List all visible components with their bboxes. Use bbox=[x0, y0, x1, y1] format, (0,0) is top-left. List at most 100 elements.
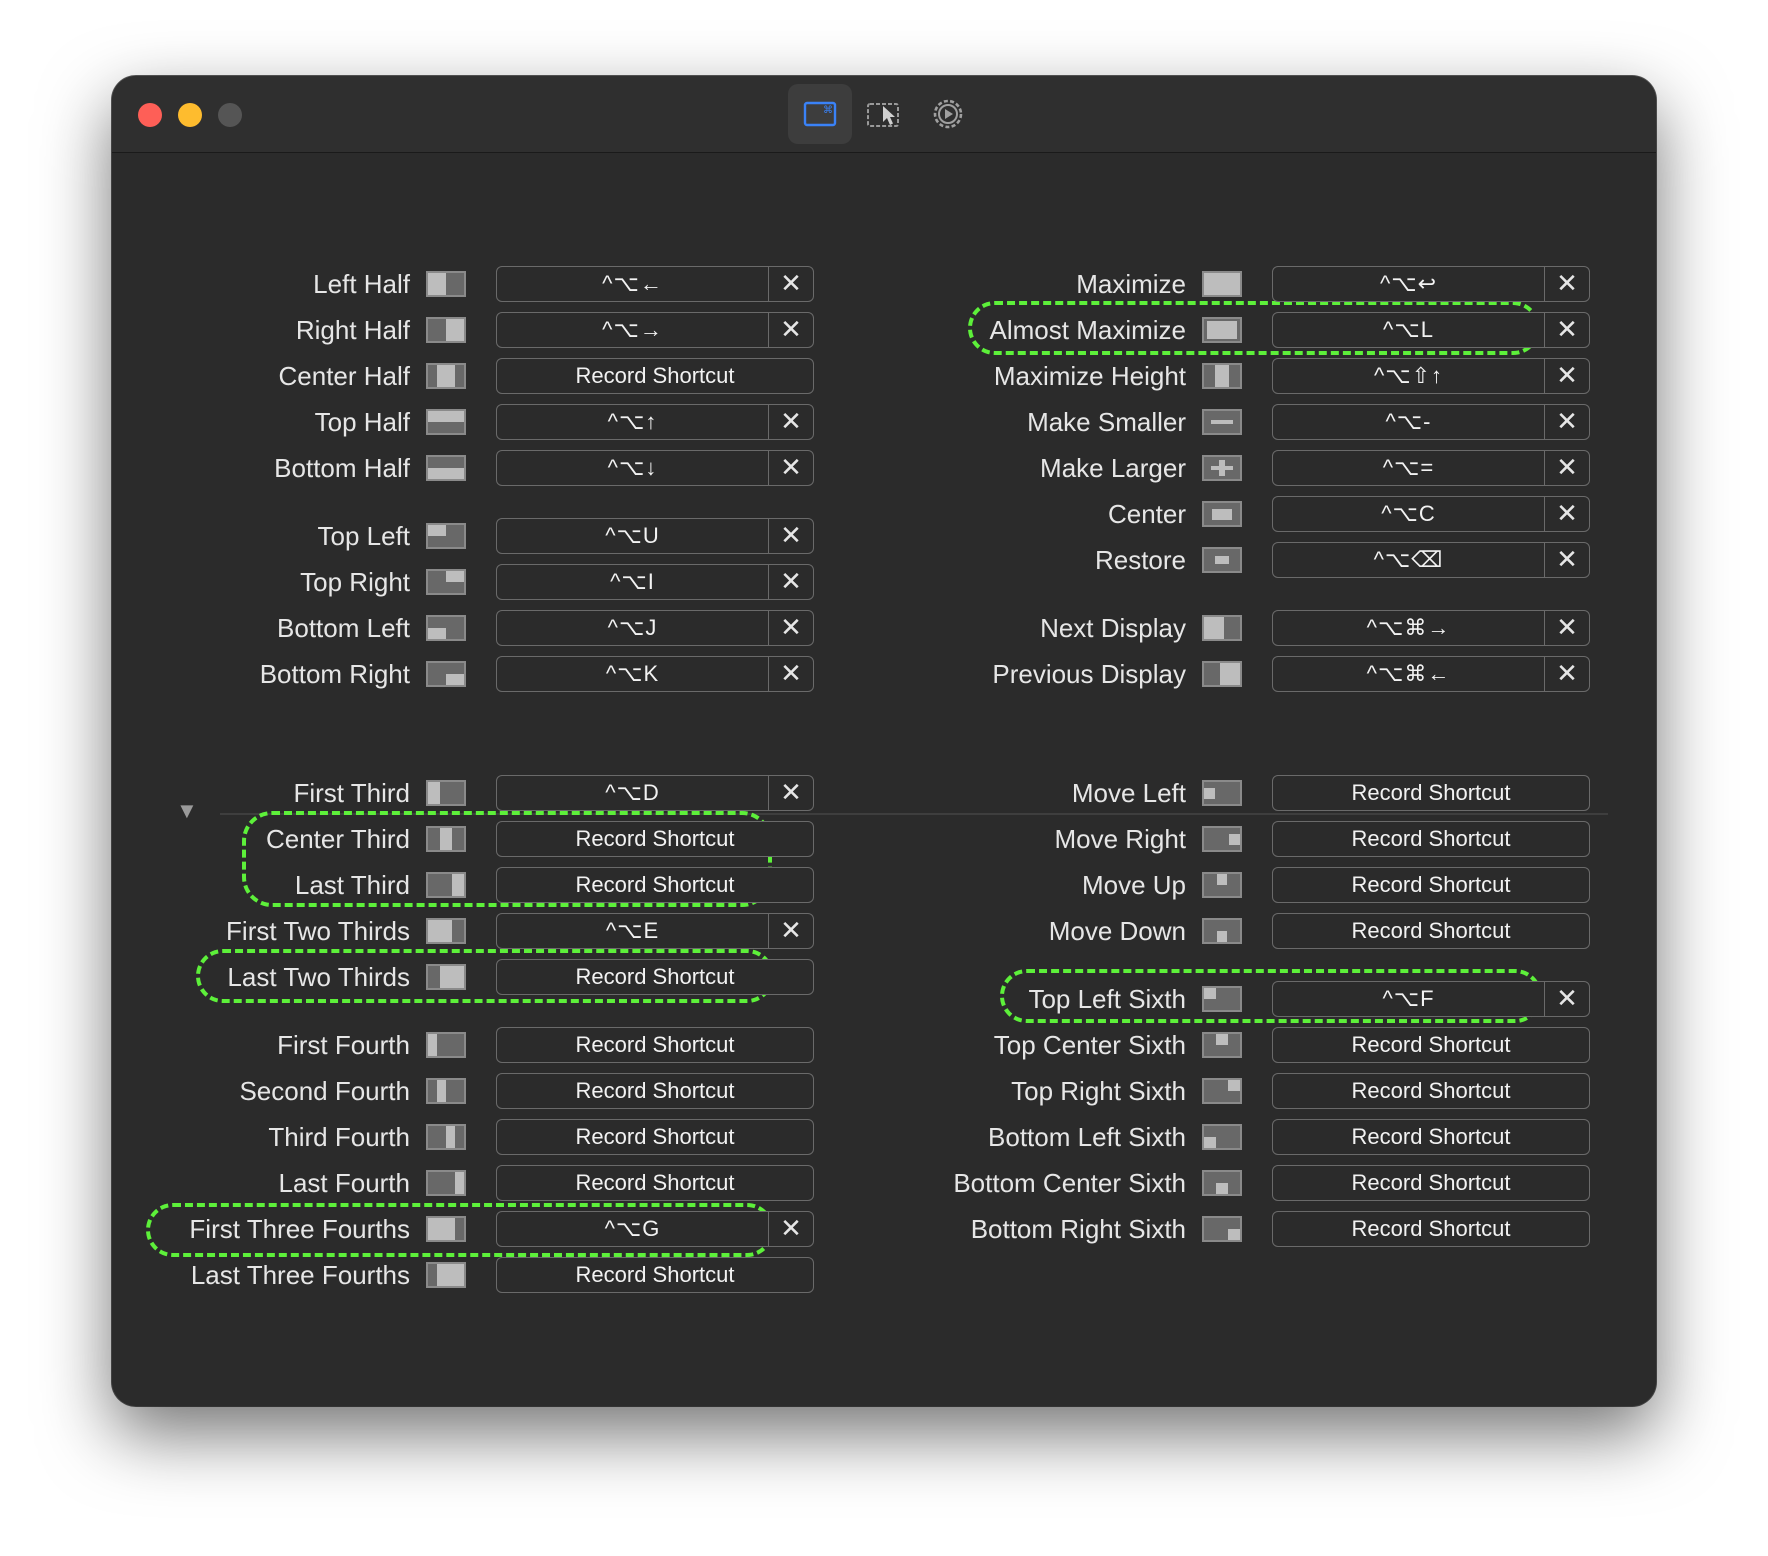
shortcut-keys[interactable]: ^⌥I bbox=[497, 565, 769, 599]
zoom-window-button[interactable] bbox=[218, 103, 242, 127]
shortcut-keys[interactable]: ^⌥J bbox=[497, 611, 769, 645]
record-shortcut-button[interactable]: Record Shortcut bbox=[1273, 776, 1589, 810]
record-shortcut-button[interactable]: Record Shortcut bbox=[1273, 1212, 1589, 1246]
shortcut-keys[interactable]: ^⌥↩ bbox=[1273, 267, 1545, 301]
label-last-third: Last Third bbox=[294, 870, 410, 900]
shortcut-keys[interactable]: ^⌥L bbox=[1273, 313, 1545, 347]
shortcut-keys[interactable]: ^⌥⇧↑ bbox=[1273, 359, 1545, 393]
shortcut-field-top-center-sixth[interactable]: Record Shortcut bbox=[1272, 1027, 1590, 1063]
shortcut-keys[interactable]: ^⌥- bbox=[1273, 405, 1545, 439]
record-shortcut-button[interactable]: Record Shortcut bbox=[1273, 822, 1589, 856]
record-shortcut-button[interactable]: Record Shortcut bbox=[1273, 1074, 1589, 1108]
shortcut-keys[interactable]: ^⌥↓ bbox=[497, 451, 769, 485]
maximize-icon bbox=[1202, 271, 1242, 297]
clear-shortcut-button[interactable]: ✕ bbox=[1545, 313, 1589, 347]
label-bottom-right: Bottom Right bbox=[259, 659, 410, 689]
shortcut-keys[interactable]: ^⌥F bbox=[1273, 982, 1545, 1016]
tab-settings[interactable] bbox=[916, 84, 980, 144]
third-fourth-icon bbox=[426, 1124, 466, 1150]
label-make-smaller: Make Smaller bbox=[1027, 407, 1186, 437]
label-last-two-thirds: Last Two Thirds bbox=[227, 962, 410, 992]
bottom-left-icon bbox=[426, 615, 466, 641]
shortcut-field-top-left-sixth[interactable]: ^⌥F ✕ bbox=[1272, 981, 1590, 1017]
shortcut-keys[interactable]: ^⌥⌘← bbox=[1273, 657, 1545, 691]
shortcut-keys[interactable]: ^⌥K bbox=[497, 657, 769, 691]
shortcut-keys[interactable]: ^⌥→ bbox=[497, 313, 769, 347]
shortcut-field-move-left[interactable]: Record Shortcut bbox=[1272, 775, 1590, 811]
label-center: Center bbox=[1107, 499, 1186, 529]
record-shortcut-button[interactable]: Record Shortcut bbox=[1273, 1028, 1589, 1062]
svg-text:⌘: ⌘ bbox=[823, 105, 833, 116]
tab-shortcuts[interactable]: ⌘ bbox=[788, 84, 852, 144]
label-first-three-fourths: First Three Fourths bbox=[189, 1214, 410, 1244]
center-icon bbox=[1202, 501, 1242, 527]
record-shortcut-button[interactable]: Record Shortcut bbox=[1273, 1166, 1589, 1200]
shortcut-field-bottom-center-sixth[interactable]: Record Shortcut bbox=[1272, 1165, 1590, 1201]
almost-maximize-icon bbox=[1202, 317, 1242, 343]
shortcut-field-move-right[interactable]: Record Shortcut bbox=[1272, 821, 1590, 857]
shortcut-field-previous-display[interactable]: ^⌥⌘← ✕ bbox=[1272, 656, 1590, 692]
shortcut-field-move-down[interactable]: Record Shortcut bbox=[1272, 913, 1590, 949]
shortcut-keys[interactable]: ^⌥E bbox=[497, 914, 769, 948]
shortcut-field-almost-maximize[interactable]: ^⌥L ✕ bbox=[1272, 312, 1590, 348]
shortcut-field-make-smaller[interactable]: ^⌥- ✕ bbox=[1272, 404, 1590, 440]
record-shortcut-button[interactable]: Record Shortcut bbox=[497, 1258, 813, 1292]
shortcut-field-top-right-sixth[interactable]: Record Shortcut bbox=[1272, 1073, 1590, 1109]
label-center-third: Center Third bbox=[265, 824, 410, 854]
clear-shortcut-button[interactable]: ✕ bbox=[1545, 451, 1589, 485]
label-left-half: Left Half bbox=[313, 269, 410, 299]
shortcut-field-restore[interactable]: ^⌥⌫ ✕ bbox=[1272, 542, 1590, 578]
shortcut-field-bottom-left-sixth[interactable]: Record Shortcut bbox=[1272, 1119, 1590, 1155]
maximize-height-icon bbox=[1202, 363, 1242, 389]
shortcut-field-move-up[interactable]: Record Shortcut bbox=[1272, 867, 1590, 903]
label-top-left-sixth: Top Left Sixth bbox=[1028, 984, 1186, 1014]
label-first-two-thirds: First Two Thirds bbox=[226, 916, 410, 946]
label-last-fourth: Last Fourth bbox=[278, 1168, 410, 1198]
bottom-right-icon bbox=[426, 661, 466, 687]
top-right-sixth-icon bbox=[1202, 1078, 1242, 1104]
clear-shortcut-button[interactable]: ✕ bbox=[1545, 267, 1589, 301]
shortcut-field-next-display[interactable]: ^⌥⌘→ ✕ bbox=[1272, 610, 1590, 646]
minimize-window-button[interactable] bbox=[178, 103, 202, 127]
record-shortcut-button[interactable]: Record Shortcut bbox=[1273, 1120, 1589, 1154]
shortcut-keys[interactable]: ^⌥⌫ bbox=[1273, 543, 1545, 577]
close-window-button[interactable] bbox=[138, 103, 162, 127]
label-maximize-height: Maximize Height bbox=[993, 361, 1186, 391]
shortcut-field-make-larger[interactable]: ^⌥= ✕ bbox=[1272, 450, 1590, 486]
shortcut-field-maximize-height[interactable]: ^⌥⇧↑ ✕ bbox=[1272, 358, 1590, 394]
label-last-three-fourths: Last Three Fourths bbox=[190, 1260, 410, 1290]
top-left-icon bbox=[426, 523, 466, 549]
shortcut-keys[interactable]: ^⌥U bbox=[497, 519, 769, 553]
record-shortcut-button[interactable]: Record Shortcut bbox=[1273, 868, 1589, 902]
second-fourth-icon bbox=[426, 1078, 466, 1104]
shortcut-keys[interactable]: ^⌥D bbox=[497, 776, 769, 810]
shortcut-field-last-three-fourths[interactable]: Record Shortcut bbox=[496, 1257, 814, 1293]
move-down-icon bbox=[1202, 918, 1242, 944]
clear-shortcut-button[interactable]: ✕ bbox=[1545, 359, 1589, 393]
clear-shortcut-button[interactable]: ✕ bbox=[1545, 657, 1589, 691]
shortcut-keys[interactable]: ^⌥= bbox=[1273, 451, 1545, 485]
label-third-fourth: Third Fourth bbox=[268, 1122, 410, 1152]
clear-shortcut-button[interactable]: ✕ bbox=[1545, 982, 1589, 1016]
shortcut-field-bottom-right-sixth[interactable]: Record Shortcut bbox=[1272, 1211, 1590, 1247]
label-top-right: Top Right bbox=[300, 567, 410, 597]
shortcut-keys[interactable]: ^⌥C bbox=[1273, 497, 1545, 531]
clear-shortcut-button[interactable]: ✕ bbox=[1545, 405, 1589, 439]
shortcut-field-center[interactable]: ^⌥C ✕ bbox=[1272, 496, 1590, 532]
top-right-icon bbox=[426, 569, 466, 595]
shortcut-keys[interactable]: ^⌥G bbox=[497, 1212, 769, 1246]
label-bottom-right-sixth: Bottom Right Sixth bbox=[970, 1214, 1186, 1244]
tab-snap-areas[interactable] bbox=[852, 84, 916, 144]
snap-areas-icon bbox=[867, 103, 899, 127]
clear-shortcut-button[interactable]: ✕ bbox=[1545, 543, 1589, 577]
record-shortcut-button[interactable]: Record Shortcut bbox=[1273, 914, 1589, 948]
label-move-left: Move Left bbox=[1071, 778, 1186, 808]
shortcut-keys[interactable]: ^⌥← bbox=[497, 267, 769, 301]
shortcut-keys[interactable]: ^⌥↑ bbox=[497, 405, 769, 439]
shortcut-keys[interactable]: ^⌥⌘→ bbox=[1273, 611, 1545, 645]
first-fourth-icon bbox=[426, 1032, 466, 1058]
clear-shortcut-button[interactable]: ✕ bbox=[1545, 611, 1589, 645]
shortcut-field-maximize[interactable]: ^⌥↩ ✕ bbox=[1272, 266, 1590, 302]
clear-shortcut-button[interactable]: ✕ bbox=[1545, 497, 1589, 531]
label-right-half: Right Half bbox=[295, 315, 410, 345]
